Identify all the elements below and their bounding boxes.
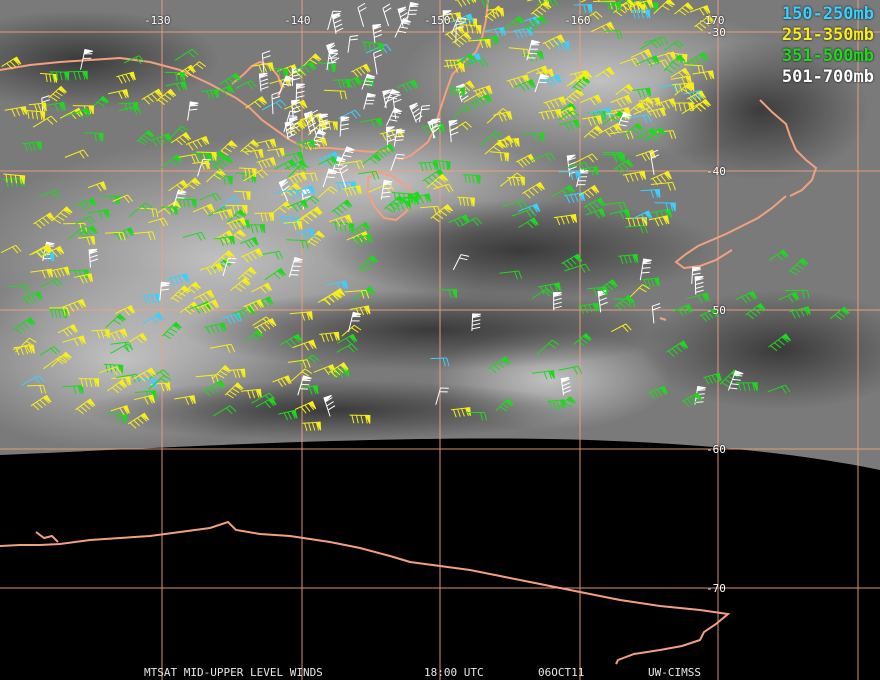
longitude-label: -170 [698,14,725,27]
antarctica-coast [0,520,731,665]
legend-item-501-700: 501-700mb [781,67,874,87]
antarctica-inlet [35,531,59,543]
image-date: 06OCT11 [538,666,585,679]
satellite-wind-map: -130 -140 -150 -160 -170 -30 -40 -50 -60… [0,0,880,680]
legend-item-351-500: 351-500mb [781,46,874,66]
data-source: UW-CIMSS [648,666,701,679]
legend-item-150-250: 150-250mb [781,4,874,24]
longitude-label: -160 [564,14,591,27]
latitude-label: -60 [706,443,726,456]
latitude-label: -70 [706,582,726,595]
product-name: MTSAT MID-UPPER LEVEL WINDS [144,666,323,679]
image-caption: MTSAT MID-UPPER LEVEL WINDS 18:00 UTC 06… [0,666,880,678]
legend-item-251-350: 251-350mb [781,25,874,45]
latitude-label: -30 [706,26,726,39]
longitude-label: -130 [144,14,171,27]
longitude-label: -150 [424,14,451,27]
longitude-label: -140 [284,14,311,27]
pressure-level-legend: 150-250mb 251-350mb 351-500mb 501-700mb [782,4,874,88]
valid-time: 18:00 UTC [424,666,484,679]
latitude-label: -50 [706,304,726,317]
map-canvas [0,0,880,680]
latitude-label: -40 [706,165,726,178]
